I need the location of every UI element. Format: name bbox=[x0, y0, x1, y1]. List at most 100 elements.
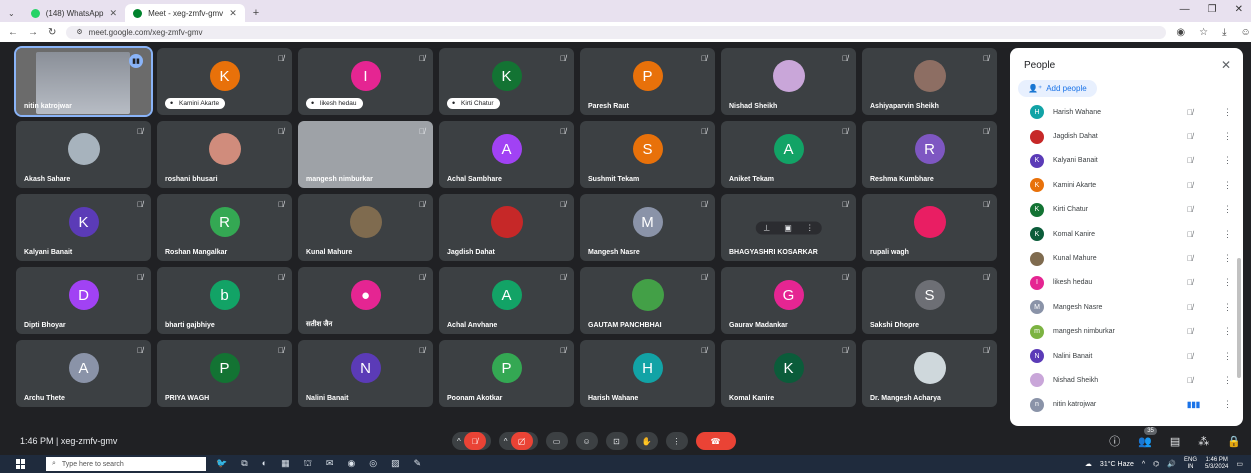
tray-overflow-icon[interactable]: ^ bbox=[1142, 461, 1145, 468]
edge-icon[interactable]: ◐ bbox=[262, 458, 267, 470]
people-list-item[interactable]: I likesh hedau 🎙̸ ⋮ bbox=[1010, 271, 1243, 295]
host-controls-icon[interactable]: 🔒 bbox=[1227, 435, 1241, 448]
people-list-item[interactable]: Nishad Sheikh 🎙̸ ⋮ bbox=[1010, 368, 1243, 392]
site-info-icon[interactable]: ⚙ bbox=[76, 28, 82, 36]
more-icon[interactable]: ⋮ bbox=[1223, 351, 1232, 362]
participant-tile[interactable]: A 🎙̸ Aniket Tekam bbox=[721, 121, 856, 188]
weather-text[interactable]: 31°C Haze bbox=[1100, 461, 1134, 468]
pin-icon[interactable]: ⊥ bbox=[763, 223, 770, 232]
close-icon[interactable]: ✕ bbox=[1221, 58, 1231, 72]
participant-tile[interactable]: 🎙̸ Ashiyaparvin Sheikh bbox=[862, 48, 997, 115]
mic-muted-icon[interactable]: 🎙̸ bbox=[1187, 278, 1207, 287]
participant-tile[interactable]: 🎙̸ Kunal Mahure bbox=[298, 194, 433, 261]
participant-tile[interactable]: 🎙̸ mangesh nimburkar bbox=[298, 121, 433, 188]
participant-tile[interactable]: 🎙̸ Jagdish Dahat bbox=[439, 194, 574, 261]
windows-start-icon[interactable] bbox=[16, 459, 26, 469]
participant-tile[interactable]: P 🎙̸ PRIYA WAGH bbox=[157, 340, 292, 407]
mic-muted-icon[interactable]: 🎙̸ bbox=[1187, 254, 1207, 263]
network-icon[interactable]: ⌬ bbox=[1153, 460, 1159, 468]
participant-tile[interactable]: D 🎙̸ Dipti Bhoyar bbox=[16, 267, 151, 334]
more-icon[interactable]: ⋮ bbox=[1223, 107, 1232, 118]
mic-muted-icon[interactable]: 🎙̸ bbox=[1187, 352, 1207, 361]
participant-tile[interactable]: S 🎙̸ Sakshi Dhopre bbox=[862, 267, 997, 334]
participant-tile[interactable]: ● 🎙̸ सतीश जैन bbox=[298, 267, 433, 334]
tab-close-icon[interactable]: ✕ bbox=[110, 8, 118, 19]
more-icon[interactable]: ⋮ bbox=[1223, 399, 1232, 410]
participant-tile[interactable]: K 🎙̸ Kamini Akarte bbox=[157, 48, 292, 115]
participant-tile[interactable]: 🎙̸ rupali wagh bbox=[862, 194, 997, 261]
participant-tile[interactable]: 🎙̸ GAUTAM PANCHBHAI bbox=[580, 267, 715, 334]
more-icon[interactable]: ⋮ bbox=[1223, 180, 1232, 191]
more-icon[interactable]: ⋮ bbox=[1223, 277, 1232, 288]
tab-close-icon[interactable]: ✕ bbox=[229, 8, 237, 19]
minimize-button[interactable]: — bbox=[1180, 4, 1190, 15]
photos-icon[interactable]: ▨ bbox=[391, 458, 400, 470]
forward-icon[interactable]: → bbox=[28, 27, 38, 38]
more-icon[interactable]: ⋮ bbox=[1223, 253, 1232, 264]
people-list-item[interactable]: K Kalyani Banait 🎙̸ ⋮ bbox=[1010, 149, 1243, 173]
close-window-button[interactable]: ✕ bbox=[1235, 4, 1243, 15]
activities-icon[interactable]: ⁂ bbox=[1198, 435, 1209, 448]
mic-muted-icon[interactable]: 🎙̸ bbox=[1187, 205, 1207, 214]
participant-tile[interactable]: 🎙̸ roshani bhusari bbox=[157, 121, 292, 188]
mic-muted-icon[interactable]: 🎙̸ bbox=[1187, 230, 1207, 239]
end-call-button[interactable]: ☎ bbox=[695, 432, 736, 450]
more-options-button[interactable]: ⋮ bbox=[665, 432, 688, 450]
people-list-item[interactable]: H Harish Wahane 🎙̸ ⋮ bbox=[1010, 100, 1243, 124]
mic-off-icon[interactable]: 🎙̸ bbox=[463, 432, 486, 450]
more-icon[interactable]: ⋮ bbox=[1223, 155, 1232, 166]
more-icon[interactable]: ⋮ bbox=[806, 223, 814, 232]
people-list-item[interactable]: K Kamini Akarte 🎙̸ ⋮ bbox=[1010, 173, 1243, 197]
people-list-item[interactable]: m mangesh nimburkar 🎙̸ ⋮ bbox=[1010, 320, 1243, 344]
people-list-item[interactable]: n nitin katrojwar ▮▮▮ ⋮ bbox=[1010, 393, 1243, 417]
participant-tile[interactable]: P 🎙̸ Poonam Akotkar bbox=[439, 340, 574, 407]
participant-tile[interactable]: I 🎙̸ likesh hedau bbox=[298, 48, 433, 115]
file-explorer-icon[interactable]: ▦ bbox=[281, 458, 290, 470]
participant-tile[interactable]: N 🎙̸ Nalini Banait bbox=[298, 340, 433, 407]
people-list-item[interactable]: K Komal Kanire 🎙̸ ⋮ bbox=[1010, 222, 1243, 246]
chrome-icon[interactable]: ◉ bbox=[347, 458, 355, 470]
more-icon[interactable]: ⋮ bbox=[1223, 375, 1232, 386]
more-icon[interactable]: ⋮ bbox=[1223, 326, 1232, 337]
participant-tile[interactable]: 🎙̸ Dr. Mangesh Acharya bbox=[862, 340, 997, 407]
more-icon[interactable]: ⋮ bbox=[1223, 229, 1232, 240]
captions-button[interactable]: ▭ bbox=[545, 432, 568, 450]
tab-search-icon[interactable]: ⌄ bbox=[8, 9, 15, 18]
chat-icon[interactable]: ▤ bbox=[1170, 435, 1180, 448]
participant-tile[interactable]: R 🎙̸ Reshma Kumbhare bbox=[862, 121, 997, 188]
notifications-icon[interactable]: ▭ bbox=[1236, 460, 1243, 468]
volume-icon[interactable]: 🔊 bbox=[1167, 460, 1176, 468]
people-list-item[interactable]: Jagdish Dahat 🎙̸ ⋮ bbox=[1010, 124, 1243, 148]
task-view-icon[interactable]: ⧉ bbox=[241, 458, 247, 470]
participant-tile[interactable]: b 🎙̸ bharti gajbhiye bbox=[157, 267, 292, 334]
participant-tile[interactable]: A 🎙̸ Achal Sambhare bbox=[439, 121, 574, 188]
taskbar-clock[interactable]: 1:46 PM 5/3/2024 bbox=[1205, 457, 1228, 471]
url-field[interactable]: ⚙ meet.google.com/xeg-zmfv-gmv bbox=[66, 25, 1167, 39]
meeting-details-icon[interactable]: ⓘ bbox=[1109, 433, 1120, 449]
chrome-profile-icon[interactable]: ◎ bbox=[369, 458, 377, 470]
people-button[interactable]: 👥 35 bbox=[1138, 426, 1157, 448]
mic-muted-icon[interactable]: 🎙̸ bbox=[1187, 376, 1207, 385]
people-list-item[interactable]: M Mangesh Nasre 🎙̸ ⋮ bbox=[1010, 295, 1243, 319]
new-tab-button[interactable]: + bbox=[253, 7, 259, 19]
restore-button[interactable]: ❐ bbox=[1208, 4, 1217, 15]
participant-tile[interactable]: 🎙̸ Akash Sahare bbox=[16, 121, 151, 188]
participant-tile[interactable]: P 🎙̸ Paresh Raut bbox=[580, 48, 715, 115]
mic-muted-icon[interactable]: 🎙̸ bbox=[1187, 132, 1207, 141]
participant-tile[interactable]: G 🎙̸ Gaurav Madankar bbox=[721, 267, 856, 334]
mail-icon[interactable]: ✉ bbox=[326, 458, 334, 470]
participant-tile[interactable]: H 🎙̸ Harish Wahane bbox=[580, 340, 715, 407]
download-icon[interactable]: ⤓ bbox=[1222, 27, 1226, 38]
bookmark-star-icon[interactable]: ☆ bbox=[1199, 27, 1208, 38]
participant-tile[interactable]: A 🎙̸ Achal Anvhane bbox=[439, 267, 574, 334]
add-people-button[interactable]: 👤⁺ Add people bbox=[1018, 80, 1097, 97]
cortana-icon[interactable]: 🐦 bbox=[216, 458, 227, 470]
people-list-item[interactable]: Kunal Mahure 🎙̸ ⋮ bbox=[1010, 246, 1243, 270]
mic-muted-icon[interactable]: 🎙̸ bbox=[1187, 303, 1207, 312]
mic-muted-icon[interactable]: 🎙̸ bbox=[1187, 181, 1207, 190]
profile-icon[interactable]: ☺ bbox=[1241, 27, 1251, 38]
participant-tile[interactable]: A 🎙̸ Archu Thete bbox=[16, 340, 151, 407]
mic-options-button[interactable]: ^ 🎙̸ bbox=[452, 432, 491, 450]
people-list-scrollbar[interactable] bbox=[1237, 258, 1241, 378]
participant-tile[interactable]: ▮▮ nitin katrojwar bbox=[14, 46, 153, 117]
